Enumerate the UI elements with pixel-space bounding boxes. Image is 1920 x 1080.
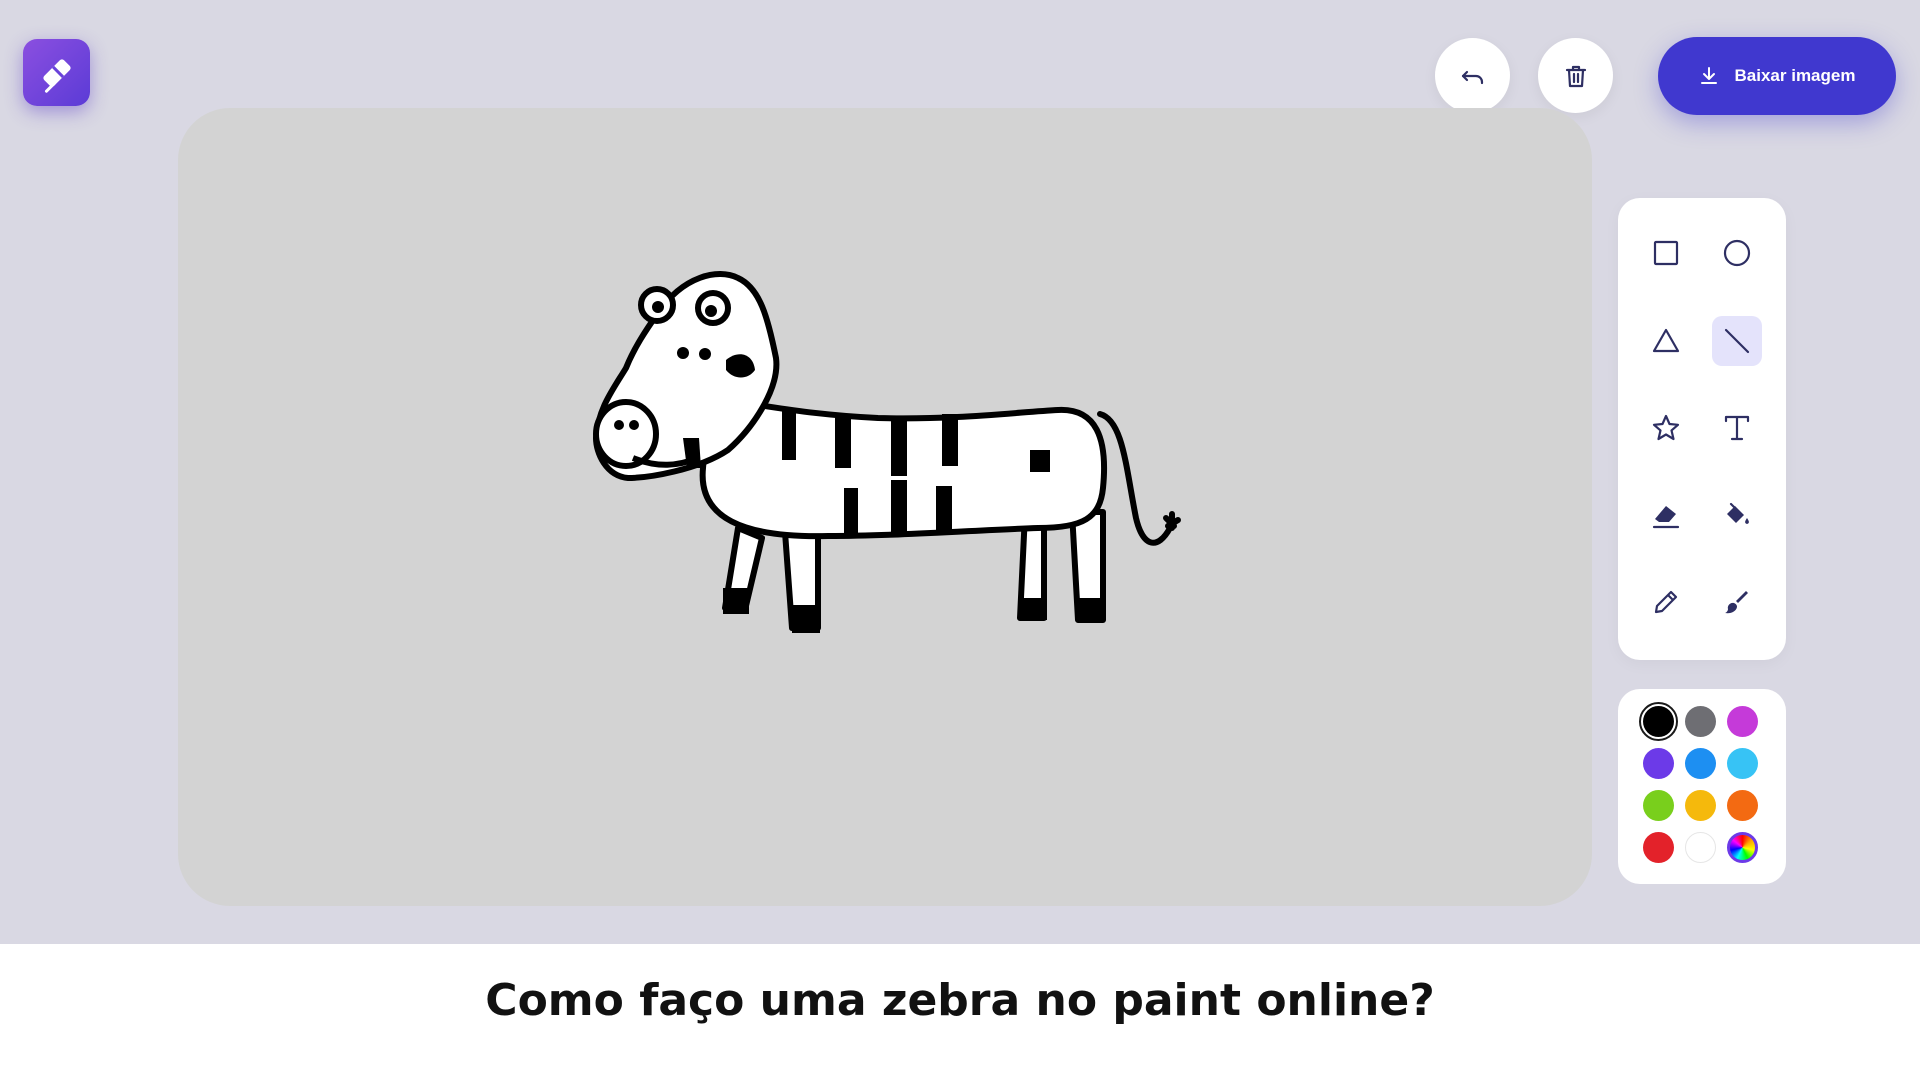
paint-bucket-icon [1727, 502, 1749, 524]
color-black[interactable] [1639, 702, 1678, 741]
download-button[interactable]: Baixar imagem [1658, 37, 1896, 115]
color-magenta[interactable] [1727, 706, 1758, 737]
page-question: Como faço uma zebra no paint online? [485, 974, 1435, 1026]
brush-icon [1725, 591, 1748, 614]
color-cyan[interactable] [1727, 748, 1758, 779]
tool-circle[interactable] [1712, 228, 1762, 278]
trash-icon [1565, 65, 1586, 87]
download-icon [1700, 67, 1717, 84]
eraser-logo-icon [42, 58, 71, 93]
undo-button[interactable] [1435, 38, 1510, 113]
clear-button[interactable] [1538, 38, 1613, 113]
circle-icon [1723, 239, 1751, 267]
tool-line[interactable] [1712, 316, 1762, 366]
app-logo[interactable] [23, 39, 90, 106]
color-custom-picker[interactable] [1727, 832, 1758, 863]
pencil-icon [1654, 590, 1678, 614]
color-orange[interactable] [1727, 790, 1758, 821]
line-icon [1724, 328, 1750, 354]
triangle-icon [1652, 328, 1680, 353]
color-gray[interactable] [1685, 706, 1716, 737]
footer: Como faço uma zebra no paint online? [0, 944, 1920, 1080]
color-green[interactable] [1643, 790, 1674, 821]
tool-brush[interactable] [1712, 577, 1762, 627]
color-red[interactable] [1643, 832, 1674, 863]
tool-rectangle[interactable] [1641, 228, 1691, 278]
square-icon [1653, 240, 1679, 266]
color-blue[interactable] [1685, 748, 1716, 779]
tool-triangle[interactable] [1641, 316, 1691, 366]
undo-icon [1461, 70, 1483, 84]
tool-star[interactable] [1641, 403, 1691, 453]
color-white[interactable] [1685, 832, 1716, 863]
color-violet[interactable] [1643, 748, 1674, 779]
color-yellow[interactable] [1685, 790, 1716, 821]
tool-text[interactable] [1712, 403, 1762, 453]
download-label: Baixar imagem [1734, 66, 1856, 85]
star-icon [1652, 414, 1680, 441]
tool-pencil[interactable] [1641, 577, 1691, 627]
tools-panel [1618, 198, 1786, 660]
tool-fill[interactable] [1712, 490, 1762, 540]
tool-eraser[interactable] [1641, 490, 1691, 540]
eraser-icon [1652, 506, 1680, 529]
text-icon [1724, 415, 1750, 441]
colors-panel [1618, 689, 1786, 884]
drawing-canvas[interactable] [178, 108, 1592, 906]
zebra-drawing [593, 271, 1181, 633]
